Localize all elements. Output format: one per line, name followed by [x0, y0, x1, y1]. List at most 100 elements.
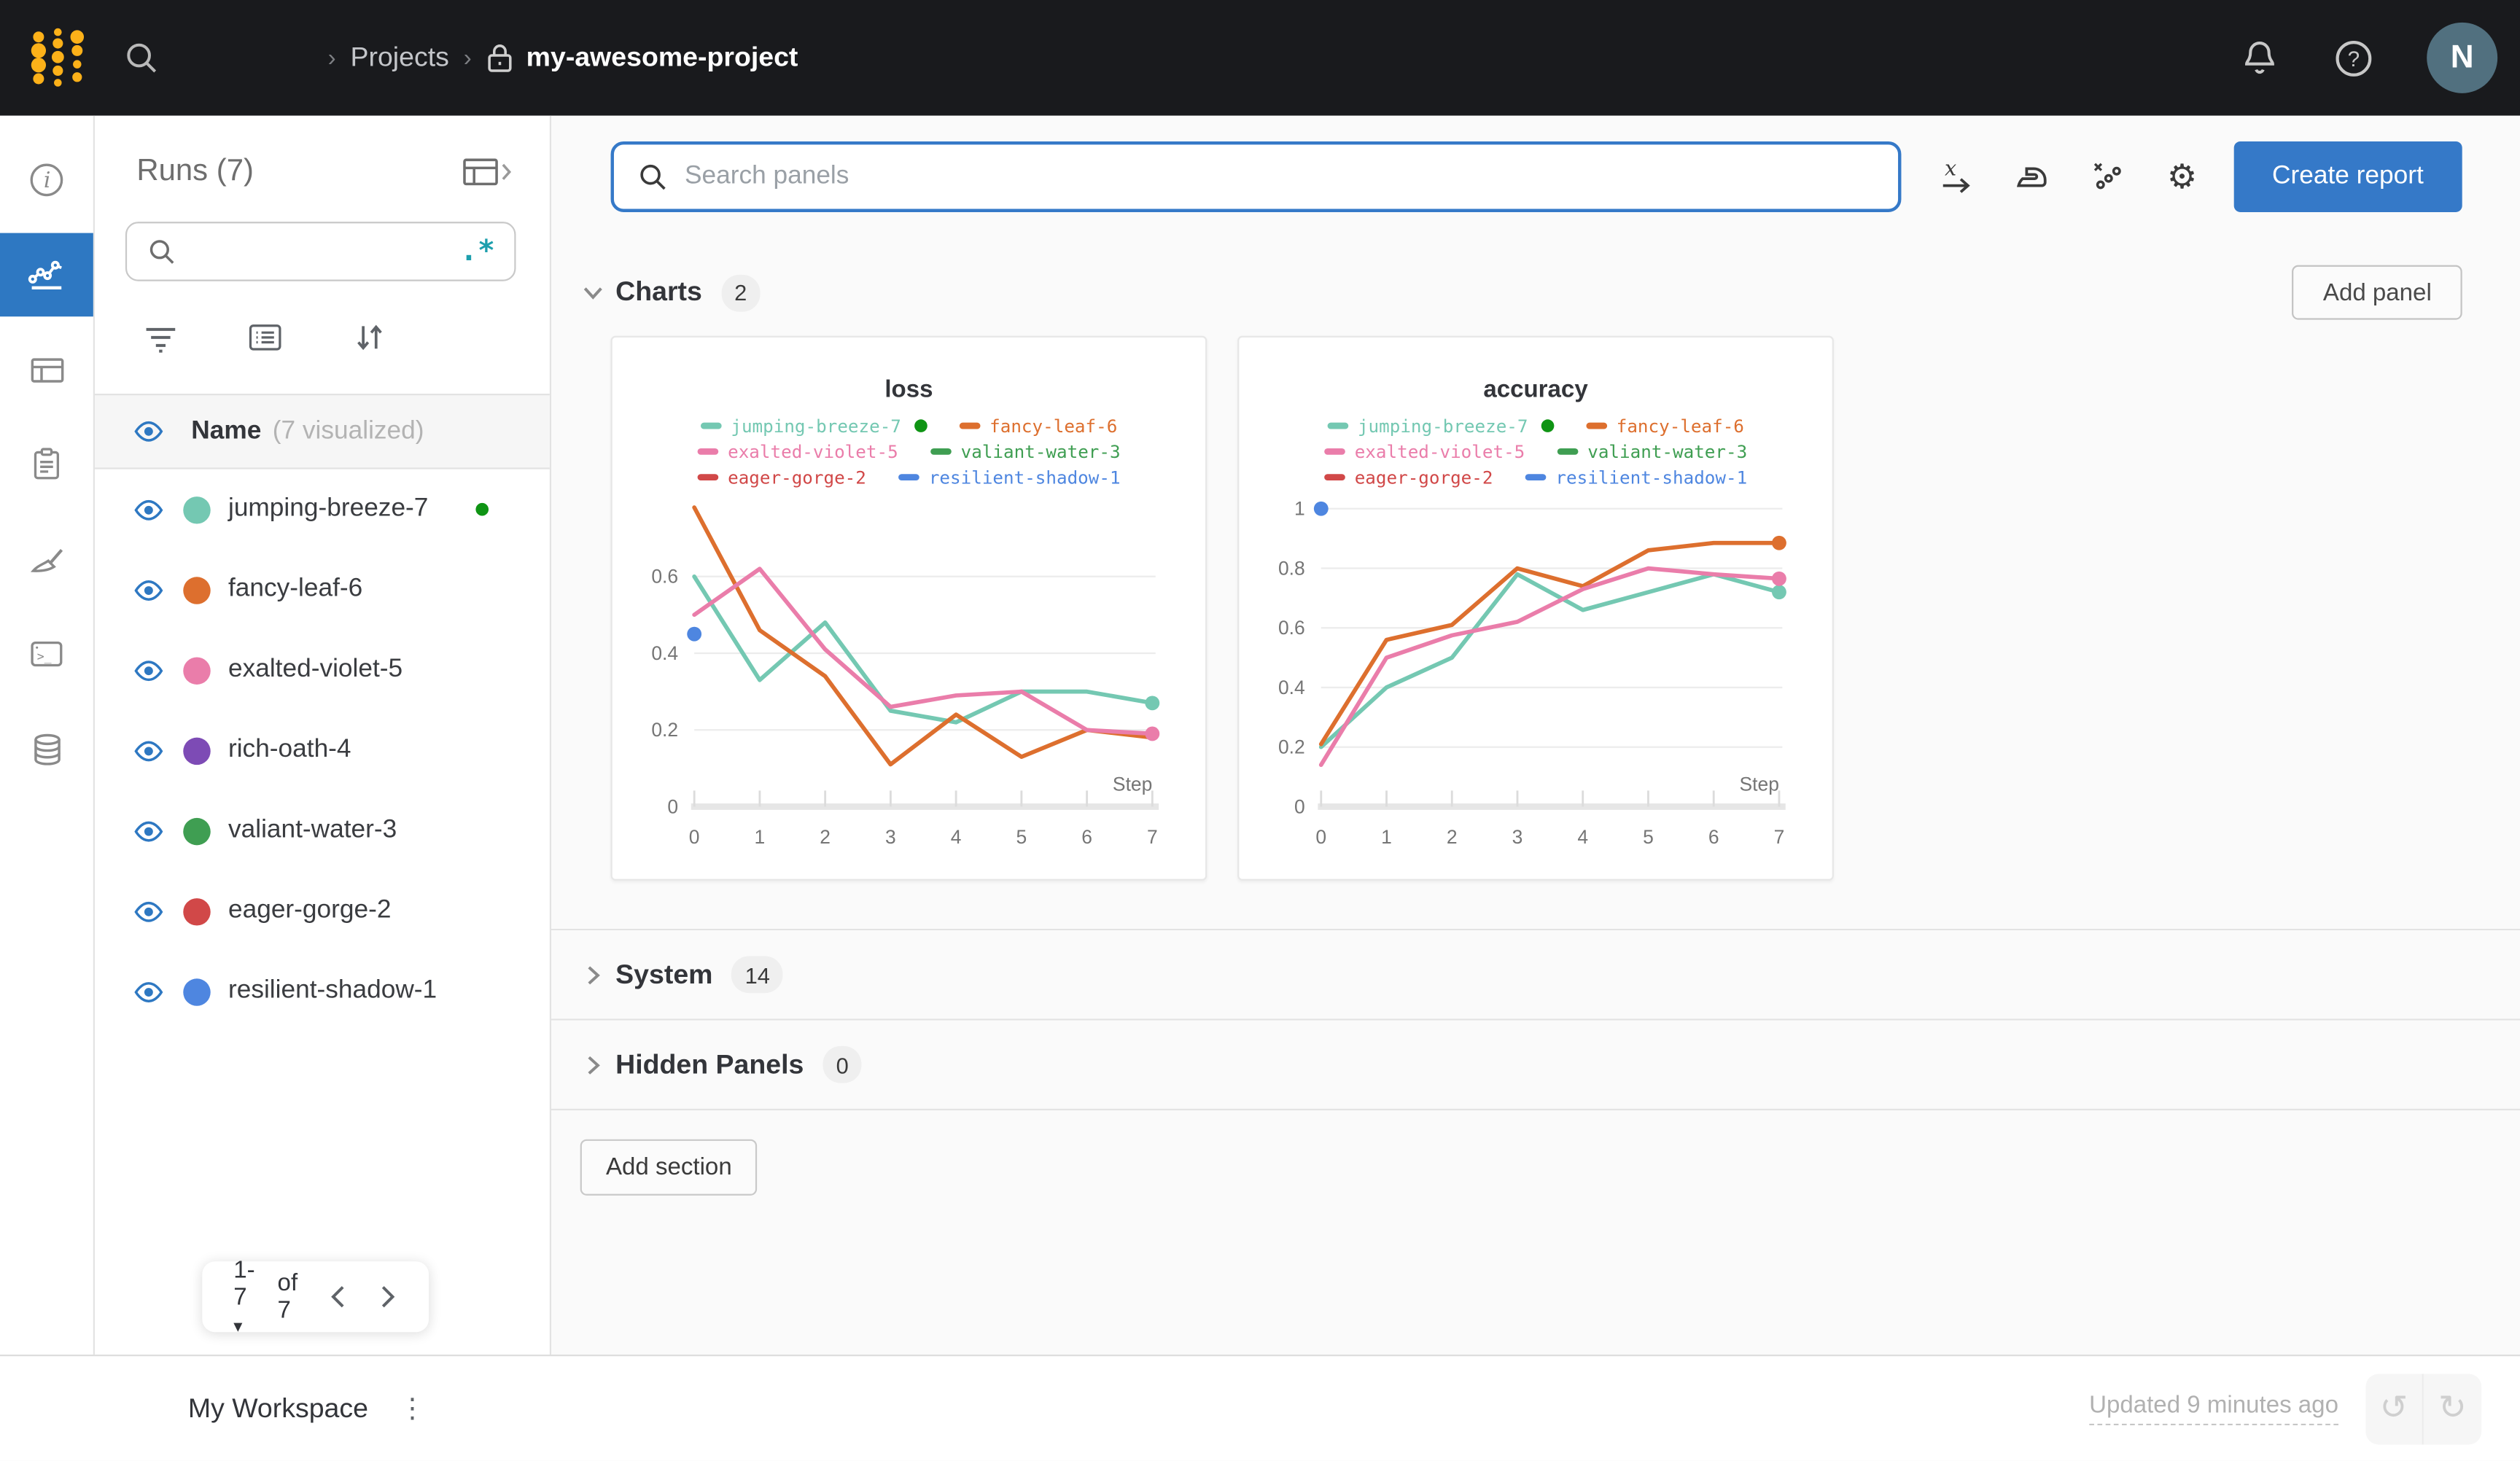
svg-text:0.2: 0.2	[651, 719, 678, 741]
breadcrumb-projects-link[interactable]: Projects	[350, 42, 448, 74]
clipboard-icon	[34, 448, 60, 480]
run-row[interactable]: fancy-leaf-6	[95, 550, 550, 630]
add-panel-button[interactable]: Add panel	[2292, 265, 2462, 320]
legend-color-dash	[1557, 448, 1579, 455]
notifications-bell-icon[interactable]	[2239, 37, 2280, 79]
svg-text:2: 2	[1447, 826, 1458, 848]
legend-item: valiant-water-3	[930, 441, 1121, 462]
x-axis-settings-button[interactable]: x	[1936, 157, 1975, 196]
search-icon	[149, 240, 174, 264]
workspace-menu-button[interactable]: ⋮	[399, 1392, 426, 1425]
svg-text:1: 1	[1294, 499, 1305, 519]
svg-text:0: 0	[1294, 795, 1305, 817]
page-size-dropdown[interactable]: 1-7 ▾	[233, 1256, 254, 1338]
run-row[interactable]: valiant-water-3	[95, 790, 550, 870]
sort-runs-button[interactable]	[352, 320, 387, 355]
legend-row: exalted-violet-5 valiant-water-3	[1239, 439, 1832, 464]
rail-item-terminal[interactable]: >_	[0, 612, 93, 696]
charts-section-header: Charts 2 Add panel	[551, 265, 2520, 320]
accuracy-chart-plot: 0 0.2 0.4 0.6 0.8 1 0 1 2 3 4 5 6 7 Step	[1278, 499, 1786, 848]
open-runs-table-button[interactable]	[462, 156, 515, 188]
rail-item-sweeps[interactable]	[0, 518, 93, 601]
run-name[interactable]: rich-oath-4	[228, 736, 351, 765]
expand-system-button[interactable]	[582, 963, 604, 986]
rail-item-workspace[interactable]	[0, 233, 93, 317]
wandb-logo-icon[interactable]	[26, 21, 90, 95]
runs-search-input[interactable]	[190, 238, 461, 265]
add-section-button[interactable]: Add section	[580, 1139, 758, 1196]
run-row[interactable]: exalted-violet-5	[95, 630, 550, 710]
pagination-total: of 7	[277, 1269, 298, 1325]
svg-text:x: x	[1944, 157, 1956, 180]
outliers-button[interactable]	[2088, 157, 2126, 196]
run-running-indicator	[475, 502, 489, 516]
workspace-settings-button[interactable]: ⚙	[2163, 157, 2201, 196]
rail-item-jobs[interactable]	[0, 423, 93, 507]
filter-runs-button[interactable]	[143, 322, 178, 354]
loss-chart-panel[interactable]: loss jumping-breeze-7 fancy-leaf-6 exalted…	[610, 335, 1208, 881]
create-report-button[interactable]: Create report	[2233, 141, 2462, 212]
breadcrumb-project[interactable]: my-awesome-project	[486, 42, 798, 74]
terminal-icon: >_	[31, 641, 63, 667]
rail-item-runs-table[interactable]	[0, 328, 93, 412]
regex-toggle[interactable]: .*	[460, 236, 495, 265]
visibility-eye-icon[interactable]	[133, 497, 164, 521]
help-icon[interactable]: ?	[2332, 36, 2376, 80]
runs-visualized-count: (7 visualized)	[272, 416, 424, 445]
run-name[interactable]: exalted-violet-5	[228, 655, 402, 685]
legend-row: eager-gorge-2 resilient-shadow-1	[1239, 464, 1832, 490]
legend-item: fancy-leaf-6	[1585, 416, 1744, 436]
svg-text:1: 1	[1381, 826, 1392, 848]
run-name[interactable]: eager-gorge-2	[228, 897, 392, 926]
panel-search-box[interactable]	[610, 141, 1901, 212]
prev-page-button[interactable]	[330, 1284, 347, 1309]
run-name[interactable]: valiant-water-3	[228, 817, 397, 846]
svg-text:7: 7	[1774, 826, 1785, 848]
global-search-icon[interactable]	[122, 39, 161, 77]
run-row[interactable]: eager-gorge-2	[95, 871, 550, 951]
accuracy-chart-panel[interactable]: accuracy jumping-breeze-7 fancy-leaf-6 exa…	[1237, 335, 1834, 881]
svg-text:4: 4	[951, 826, 962, 848]
avatar[interactable]: N	[2427, 22, 2498, 93]
smoothing-button[interactable]	[2012, 157, 2050, 196]
run-row[interactable]: resilient-shadow-1	[95, 951, 550, 1032]
visibility-eye-icon[interactable]	[133, 899, 164, 923]
visibility-eye-icon[interactable]	[133, 979, 164, 1003]
legend-item: jumping-breeze-7	[700, 416, 928, 436]
legend-color-dash	[1323, 474, 1345, 481]
visibility-eye-icon[interactable]	[133, 419, 164, 443]
scatter-points-icon	[2093, 163, 2121, 190]
runs-list: jumping-breeze-7 fancy-leaf-6 exalted-viol…	[95, 470, 550, 1032]
redo-button[interactable]: ↻	[2424, 1373, 2481, 1444]
svg-text:4: 4	[1577, 826, 1588, 848]
run-name[interactable]: resilient-shadow-1	[228, 977, 437, 1006]
run-name[interactable]: fancy-leaf-6	[228, 575, 362, 604]
svg-text:0: 0	[667, 795, 678, 817]
visibility-eye-icon[interactable]	[133, 577, 164, 601]
next-page-button[interactable]	[380, 1284, 397, 1309]
group-runs-button[interactable]	[247, 322, 282, 354]
workspace-name: My Workspace	[187, 1392, 368, 1423]
visibility-eye-icon[interactable]	[133, 739, 164, 763]
expand-hidden-panels-button[interactable]	[582, 1053, 604, 1076]
rail-item-artifacts[interactable]	[0, 707, 93, 791]
undo-redo-group: ↺ ↻	[2365, 1373, 2482, 1444]
run-row[interactable]: jumping-breeze-7	[95, 470, 550, 550]
system-section-header[interactable]: System 14	[551, 930, 2520, 1021]
project-name: my-awesome-project	[526, 42, 798, 73]
runs-name-header[interactable]: Name (7 visualized)	[95, 394, 550, 470]
undo-button[interactable]: ↺	[2365, 1373, 2424, 1444]
chevron-right-icon	[588, 1055, 600, 1074]
rail-item-info[interactable]: i	[0, 139, 93, 222]
runs-search-box[interactable]: .*	[125, 222, 516, 281]
run-name[interactable]: jumping-breeze-7	[228, 495, 428, 524]
collapse-charts-button[interactable]	[582, 281, 604, 304]
svg-text:0: 0	[1315, 826, 1326, 848]
run-row[interactable]: rich-oath-4	[95, 710, 550, 790]
hidden-panels-section-header[interactable]: Hidden Panels 0	[551, 1020, 2520, 1111]
panel-search-input[interactable]	[684, 162, 1875, 192]
visibility-eye-icon[interactable]	[133, 819, 164, 843]
breadcrumb: › Projects › my-awesome-project	[328, 42, 798, 74]
visibility-eye-icon[interactable]	[133, 658, 164, 682]
chart-title: accuracy	[1483, 375, 1588, 404]
